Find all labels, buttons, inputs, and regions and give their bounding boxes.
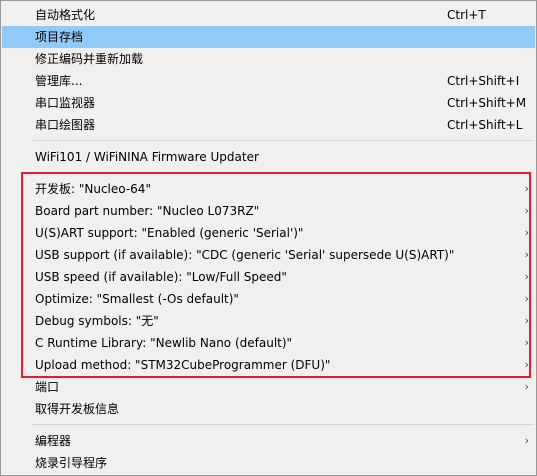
menu-item-fix-encoding-reload[interactable]: 修正编码并重新加载 — [2, 48, 535, 70]
chevron-right-icon: › — [524, 434, 529, 447]
menu-item-wifi-firmware-updater[interactable]: WiFi101 / WiFiNINA Firmware Updater — [2, 146, 535, 168]
menu-item-serial-plotter[interactable]: 串口绘图器 Ctrl+Shift+L — [2, 114, 535, 136]
menu-separator — [31, 424, 534, 425]
menu-item-label: 修正编码并重新加载 — [35, 52, 144, 66]
menu-item-burn-bootloader[interactable]: 烧录引导程序 — [2, 452, 535, 474]
menu-separator — [31, 140, 534, 141]
menu-item-shortcut: Ctrl+Shift+M — [447, 96, 527, 110]
menu-item-archive-sketch[interactable]: 项目存档 — [2, 26, 535, 48]
menu-item-label: WiFi101 / WiFiNINA Firmware Updater — [35, 150, 259, 164]
menu-item-label: 串口监视器 — [35, 96, 96, 110]
menu-item-label: 项目存档 — [35, 30, 84, 44]
menu-item-label: 端口 — [35, 380, 60, 394]
menu-item-shortcut: Ctrl+Shift+L — [447, 118, 523, 132]
menu-item-serial-monitor[interactable]: 串口监视器 Ctrl+Shift+M — [2, 92, 535, 114]
menu-item-port[interactable]: 端口 › — [2, 376, 535, 398]
menu-item-label: 取得开发板信息 — [35, 402, 120, 416]
menu-item-programmer[interactable]: 编程器 › — [2, 430, 535, 452]
menu-item-auto-format[interactable]: 自动格式化 Ctrl+T — [2, 4, 535, 26]
menu-item-label: 自动格式化 — [35, 8, 96, 22]
menu-item-label: 编程器 — [35, 434, 72, 448]
menu-item-get-board-info[interactable]: 取得开发板信息 — [2, 398, 535, 420]
menu-item-manage-libraries[interactable]: 管理库... Ctrl+Shift+I — [2, 70, 535, 92]
highlight-box — [21, 172, 531, 378]
menu-item-label: 烧录引导程序 — [35, 456, 108, 470]
chevron-right-icon: › — [524, 380, 529, 393]
menu-item-label: 管理库... — [35, 74, 83, 88]
menu-item-shortcut: Ctrl+T — [447, 8, 486, 22]
menu-item-shortcut: Ctrl+Shift+I — [447, 74, 520, 88]
menu-item-label: 串口绘图器 — [35, 118, 96, 132]
